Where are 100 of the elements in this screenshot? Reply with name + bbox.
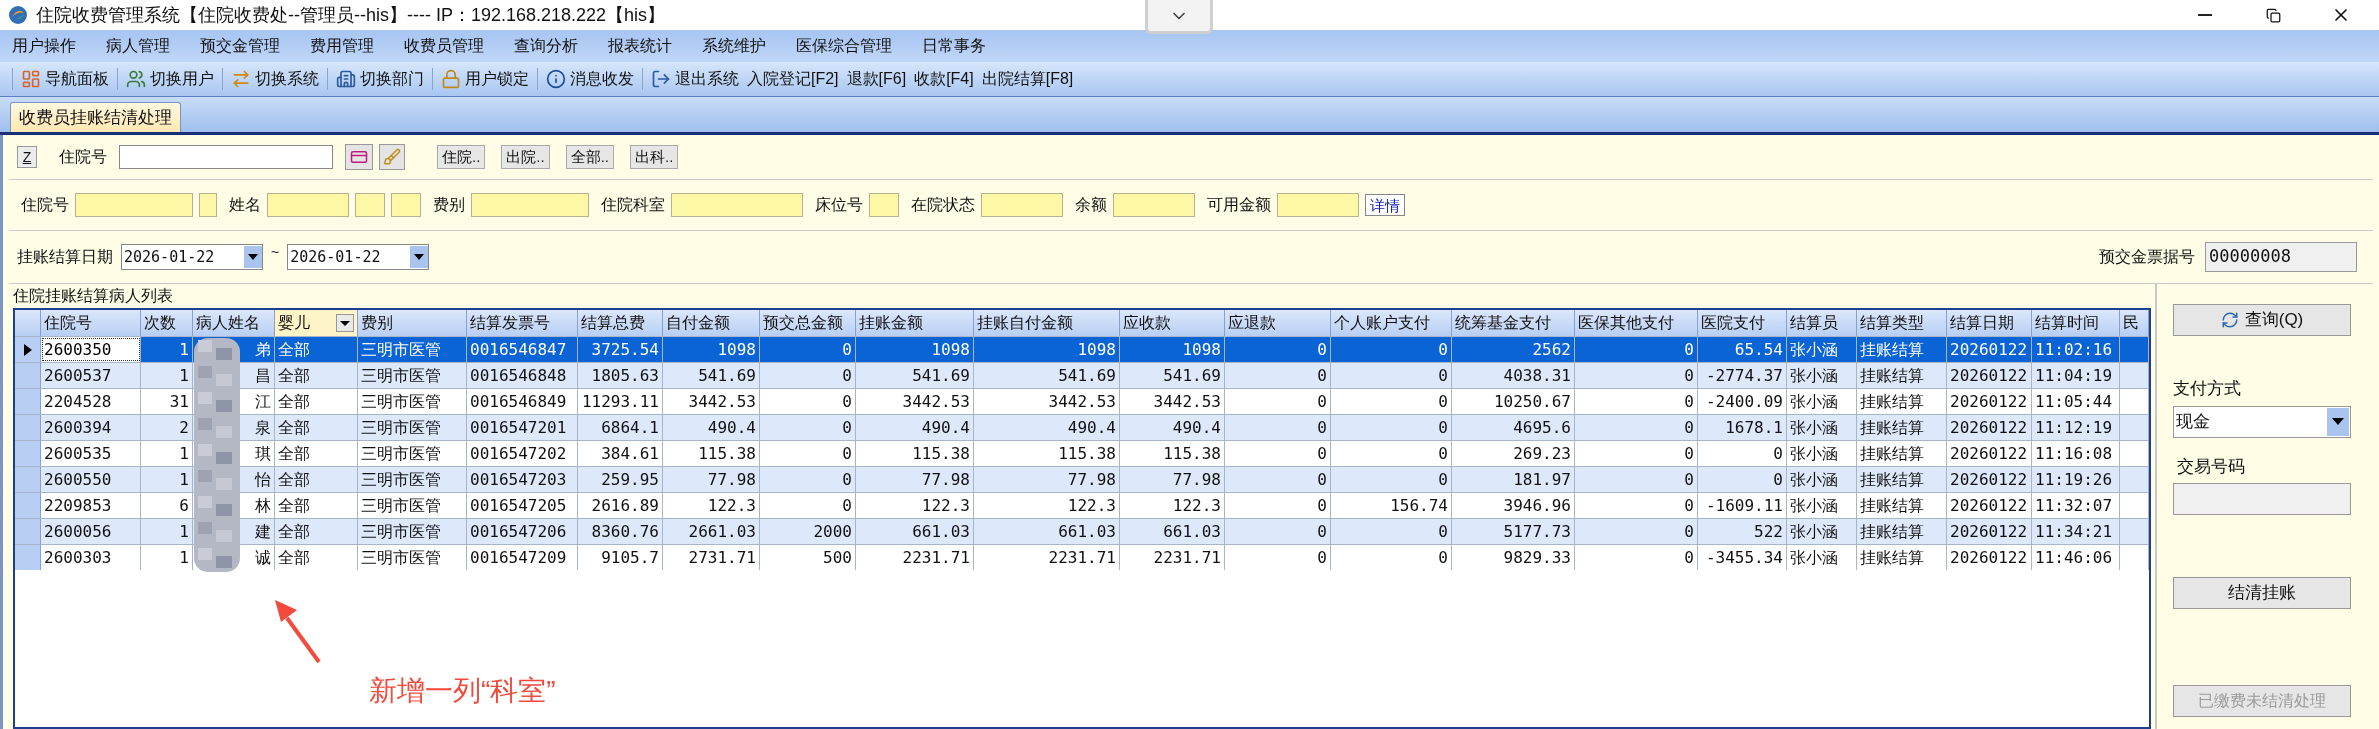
filter-dropdown-icon[interactable] (336, 314, 354, 332)
filter-button[interactable]: 出院.. (501, 145, 550, 169)
annotation-arrow (273, 598, 323, 664)
table-row[interactable]: 2600394 2 泉 全部 三明市医管 0016547201 6864.1 490.4 0 490.4 490.4 490.4 0 0 4695.6 0 1678.1 张小涵 挂账结算 20260122 11:12:19 (15, 414, 2149, 440)
toolbar-button[interactable]: 消息收发 (542, 67, 638, 91)
table-row[interactable]: 2600537 1 昌 全部 三明市医管 0016546848 1805.63 541.69 0 541.69 541.69 541.69 0 0 4038.31 0 -2774.37 张小涵 挂账结算 20260122 11:04:19 (15, 362, 2149, 388)
table-row[interactable]: 2209853 6 林 全部 三明市医管 0016547205 2616.89 122.3 0 122.3 122.3 122.3 0 156.74 3946.96 0 -1609.11 张小涵 挂账结算 20260122 11:32:07 (15, 492, 2149, 518)
info-field[interactable] (471, 193, 589, 217)
table-cell: 三明市医管 (358, 545, 467, 570)
table-cell: 挂账结算 (1857, 545, 1947, 570)
list-title: 住院挂账结算病人列表 (13, 286, 174, 306)
menu-item[interactable]: 费用管理 (306, 34, 378, 58)
table-row[interactable]: 2600550 1 怡 全部 三明市医管 0016547203 259.95 77.98 0 77.98 77.98 77.98 0 0 181.97 0 0 张小涵 挂账结算 20260122 11:19:26 (15, 466, 2149, 492)
info-field[interactable] (671, 193, 803, 217)
date-picker[interactable]: 2026-01-22 (121, 244, 263, 270)
table-row[interactable]: 2600303 1 诚 全部 三明市医管 0016547209 9105.7 2731.71 500 2231.71 2231.71 2231.71 0 0 9829.33 0 -3455.34 张小涵 挂账结算 20260122 11:46:06 (15, 544, 2149, 570)
table-row[interactable]: 2600535 1 琪 全部 三明市医管 0016547202 384.61 115.38 0 115.38 115.38 115.38 0 0 269.23 0 0 张小涵 挂账结算 20260122 11:16:08 (15, 440, 2149, 466)
dropdown-arrow-icon (414, 254, 425, 260)
info-field[interactable] (391, 193, 421, 217)
query-button[interactable]: 查询(Q) (2173, 304, 2351, 336)
info-field[interactable] (75, 193, 193, 217)
table-cell: 1 (141, 545, 193, 570)
field-label: 预交金票据号 (2099, 247, 2195, 267)
info-field[interactable] (355, 193, 385, 217)
field-label: 挂账结算日期 (17, 247, 113, 267)
field-label: 床位号 (815, 195, 863, 215)
table-row[interactable]: 2600056 1 建 全部 三明市医管 0016547206 8360.76 2661.03 2000 661.03 661.03 661.03 0 0 5177.73 0 522 张小涵 挂账结算 20260122 11:34:21 (15, 518, 2149, 544)
toolbar-button[interactable]: 出院结算[F8] (977, 67, 1078, 91)
field-label: 费别 (433, 195, 465, 215)
table-cell: 2731.71 (663, 545, 760, 570)
table-row[interactable]: 2600350 1 弟 全部 三明市医管 0016546847 3725.54 1098 0 1098 1098 1098 0 0 2562 0 65.54 张小涵 挂账结算 20260122 11:02:16 (15, 336, 2149, 362)
toolbar-button[interactable]: 切换用户 (122, 67, 218, 91)
table-cell: 2231.71 (974, 545, 1120, 570)
menu-item[interactable]: 收费员管理 (400, 34, 488, 58)
menu-item[interactable]: 用户操作 (8, 34, 80, 58)
menu-item[interactable]: 日常事务 (918, 34, 990, 58)
menu-item[interactable]: 报表统计 (604, 34, 676, 58)
window-title: 住院收费管理系统【住院收费处--管理员--his】---- IP：192.168.218.222【his】 (36, 3, 666, 27)
menu-item[interactable]: 医保综合管理 (792, 34, 896, 58)
table-cell: 全部 (275, 545, 358, 570)
table-cell: 9829.33 (1452, 545, 1575, 570)
toolbar-button[interactable]: 入院登记[F2] (743, 67, 843, 91)
clear-button[interactable] (379, 144, 405, 170)
minimize-icon (2198, 14, 2212, 16)
menu-item[interactable]: 病人管理 (102, 34, 174, 58)
dropdown-arrow-icon (2332, 418, 2344, 425)
info-field[interactable] (267, 193, 349, 217)
info-field[interactable] (1113, 193, 1195, 217)
payment-method-select[interactable]: 现金 (2173, 405, 2351, 438)
menu-item[interactable]: 查询分析 (510, 34, 582, 58)
lock-icon (441, 69, 461, 89)
toolbar-button[interactable]: 用户锁定 (437, 67, 533, 91)
table-cell: 2231.71 (1120, 545, 1225, 570)
settle-button[interactable]: 结清挂账 (2173, 577, 2351, 609)
z-button[interactable]: Z (17, 146, 37, 168)
chevron-down-icon[interactable] (1145, 0, 1213, 34)
receipt-number-field[interactable]: 00000008 (2205, 242, 2357, 272)
row-indicator[interactable] (15, 337, 41, 362)
table-row[interactable]: 2204528 31 江 全部 三明市医管 0016546849 11293.11 3442.53 0 3442.53 3442.53 3442.53 0 0 10250.67 0 -2400.09 张小涵 挂账结算 20260122 11:05:44 (15, 388, 2149, 414)
paid-unsettled-button: 已缴费未结清处理 (2173, 685, 2351, 717)
toolbar-button[interactable]: 导航面板 (17, 67, 113, 91)
card-reader-button[interactable] (345, 144, 373, 170)
dropdown-arrow-icon (248, 254, 258, 260)
info-field[interactable] (981, 193, 1063, 217)
filter-button[interactable]: 全部.. (565, 145, 615, 169)
field-label: 支付方式 (2173, 378, 2242, 400)
toolbar-button[interactable]: 退出系统 (647, 67, 743, 91)
toolbar-button[interactable]: 切换系统 (227, 67, 323, 91)
annotation-text: 新增一列“科室” (369, 674, 556, 708)
field-label: 在院状态 (911, 195, 975, 215)
filter-button[interactable]: 出科.. (630, 145, 679, 169)
current-row-icon (23, 343, 32, 356)
app-logo-icon (8, 5, 28, 25)
tab[interactable]: 收费员挂账结清处理 (10, 102, 181, 132)
info-field[interactable] (1277, 193, 1359, 217)
table-cell: 2600303 (41, 545, 141, 570)
refresh-icon (2220, 311, 2239, 329)
info-field[interactable] (199, 193, 217, 217)
date-picker[interactable]: 2026-01-22 (287, 244, 430, 270)
range-separator: ~ (270, 242, 281, 262)
info-field[interactable] (869, 193, 899, 217)
column-header[interactable]: 婴儿 (275, 310, 358, 336)
menu-item[interactable]: 系统维护 (698, 34, 770, 58)
toolbar-button[interactable]: 切换部门 (332, 67, 428, 91)
filter-button[interactable]: 住院.. (437, 145, 486, 169)
toolbar-button[interactable]: 收款[F4] (910, 67, 978, 91)
toolbar-button[interactable]: 退款[F6] (842, 67, 911, 91)
users-icon (126, 69, 146, 89)
table-cell: 0 (1225, 545, 1331, 570)
table-cell: 2231.71 (856, 545, 974, 570)
field-label: 住院号 (21, 195, 69, 215)
transaction-number-field[interactable] (2173, 483, 2351, 515)
inpatient-number-field[interactable] (119, 145, 333, 169)
menu-item[interactable]: 预交金管理 (196, 34, 284, 58)
field-label: 住院号 (59, 147, 107, 167)
table-cell: 2600350 (41, 337, 141, 362)
building-icon (336, 69, 356, 89)
details-link[interactable]: 详情 (1365, 194, 1405, 216)
dashboard-icon (21, 69, 41, 89)
table-cell: 张小涵 (1787, 545, 1857, 570)
